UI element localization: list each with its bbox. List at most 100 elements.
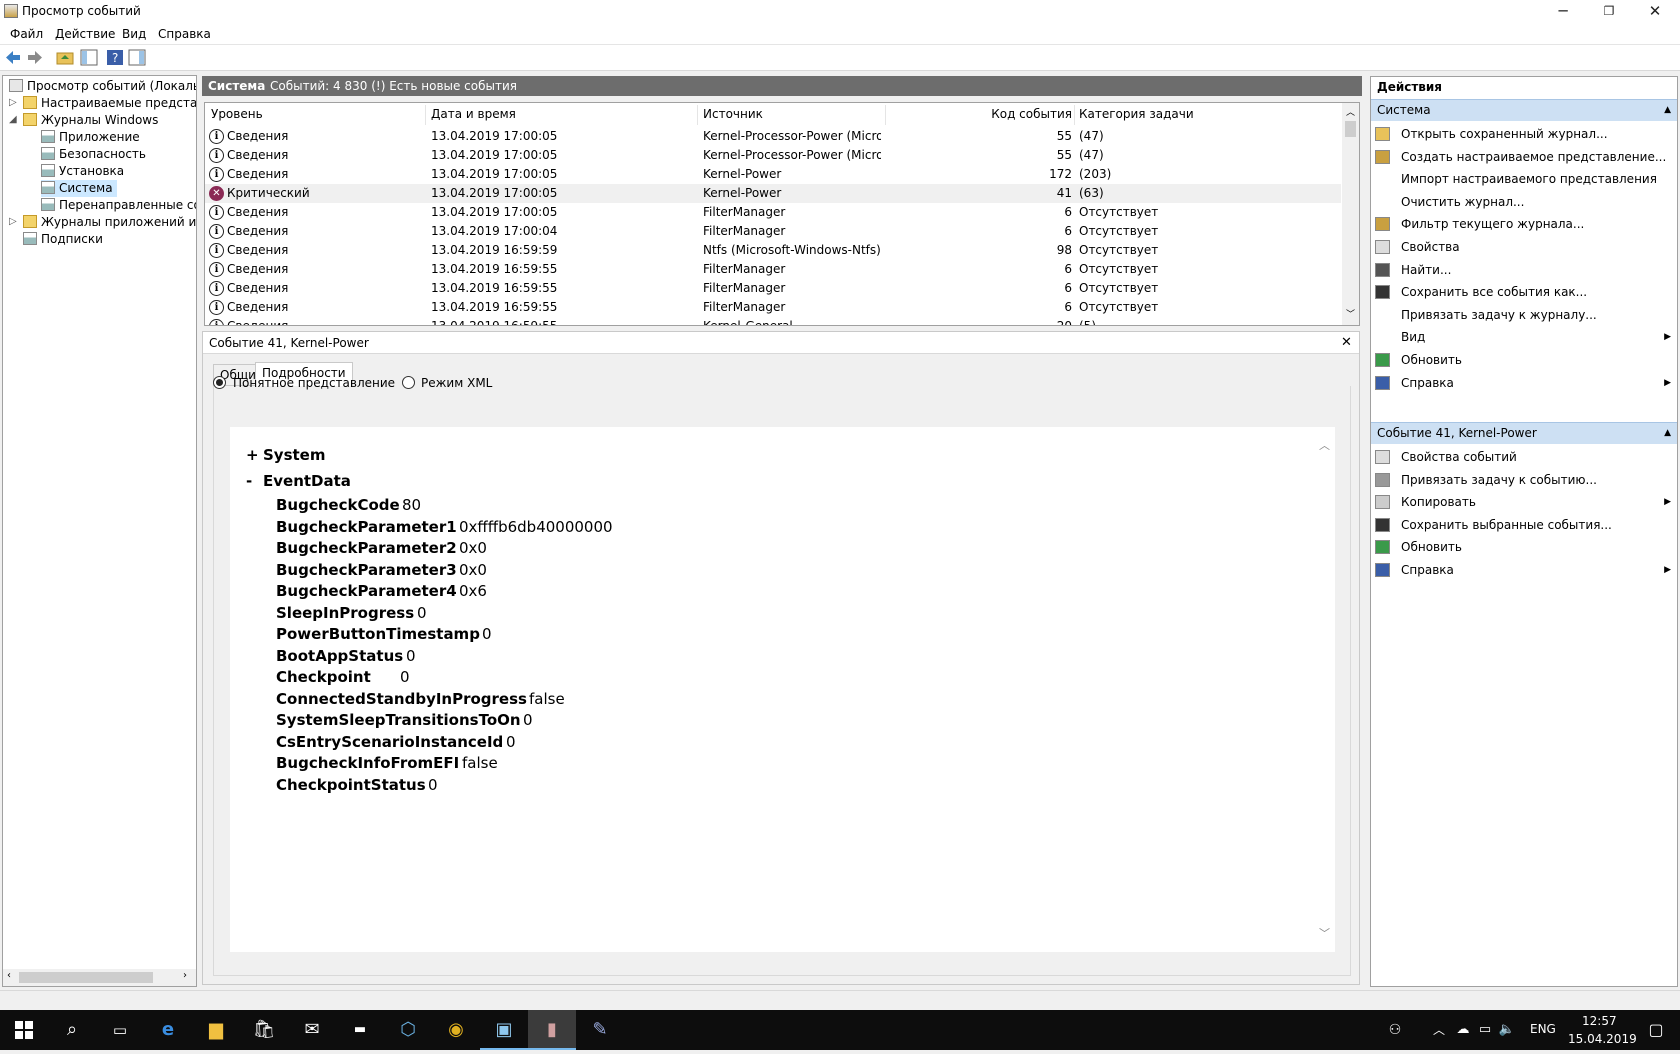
action-center-icon[interactable]: ▢ xyxy=(1632,1010,1680,1050)
event-viewer-taskbar-icon[interactable]: ▮ xyxy=(528,1010,576,1050)
store-icon[interactable]: 🛍 xyxy=(240,1010,288,1050)
minimize-button[interactable]: ─ xyxy=(1540,0,1586,24)
tree-application[interactable]: Приложение xyxy=(41,129,140,146)
action-item[interactable]: Привязать задачу к событию... xyxy=(1371,470,1677,490)
table-row[interactable]: ✕ Критический 13.04.2019 17:00:05 Kernel-Po… xyxy=(205,184,1341,203)
column-datetime[interactable]: Дата и время xyxy=(431,107,516,121)
system-node-label[interactable]: System xyxy=(263,446,325,464)
radio-friendly-view[interactable] xyxy=(213,376,226,389)
tree-app-service-logs[interactable]: Журналы приложений и сл xyxy=(23,214,196,231)
people-icon[interactable]: ⚇ xyxy=(1380,1010,1410,1050)
eventdata-node-label[interactable]: EventData xyxy=(263,472,351,490)
table-row[interactable]: i Сведения 13.04.2019 16:59:55 FilterManage… xyxy=(205,260,1341,279)
action-item[interactable]: Справка ▶ xyxy=(1371,560,1677,580)
file-explorer-icon[interactable]: ▆ xyxy=(192,1010,240,1050)
monitor-icon[interactable]: ▭ xyxy=(1474,1010,1496,1050)
scroll-right-icon[interactable]: › xyxy=(183,970,187,981)
scroll-up-icon[interactable]: ︿ xyxy=(1346,105,1355,118)
collapse-section-icon[interactable]: ▲ xyxy=(1664,100,1671,120)
terminal-icon[interactable]: ▬ xyxy=(336,1010,384,1050)
menu-help[interactable]: Справка xyxy=(158,27,211,41)
action-item[interactable]: Справка ▶ xyxy=(1371,373,1677,393)
action-item[interactable]: Очистить журнал... xyxy=(1371,192,1677,212)
action-item[interactable]: Сохранить выбранные события... xyxy=(1371,515,1677,535)
tree-horizontal-scrollbar[interactable]: ‹ › xyxy=(3,969,196,986)
back-arrow-icon[interactable] xyxy=(4,49,22,66)
expand-system-toggle[interactable]: + xyxy=(246,446,259,464)
action-item[interactable]: Обновить xyxy=(1371,537,1677,557)
clock-date[interactable]: 15.04.2019 xyxy=(1568,1032,1637,1046)
task-view-icon[interactable]: ▭ xyxy=(96,1010,144,1050)
scroll-down-icon[interactable]: ﹀ xyxy=(1346,307,1355,320)
close-detail-icon[interactable]: ✕ xyxy=(1341,332,1352,354)
scroll-down-icon[interactable]: ﹀ xyxy=(1319,925,1330,941)
table-row[interactable]: i Сведения 13.04.2019 17:00:05 Kernel-Proce… xyxy=(205,146,1341,165)
close-button[interactable]: ✕ xyxy=(1632,0,1678,24)
radio-friendly-label[interactable]: Понятное представление xyxy=(233,376,395,390)
action-item[interactable]: Обновить xyxy=(1371,350,1677,370)
edge-browser-icon[interactable]: e xyxy=(144,1010,192,1050)
action-item[interactable]: Открыть сохраненный журнал... xyxy=(1371,124,1677,144)
tree-subscriptions[interactable]: Подписки xyxy=(23,231,103,248)
action-item[interactable]: Сохранить все события как... xyxy=(1371,282,1677,302)
collapse-chevron-icon[interactable]: ◢ xyxy=(9,114,17,125)
column-divider[interactable] xyxy=(697,105,698,125)
table-row[interactable]: i Сведения 13.04.2019 17:00:05 Kernel-Power… xyxy=(205,165,1341,184)
tree-forwarded-events[interactable]: Перенаправленные соб xyxy=(41,197,196,214)
show-tree-icon[interactable] xyxy=(80,49,98,66)
menu-view[interactable]: Вид xyxy=(122,27,146,41)
start-windows-icon[interactable] xyxy=(0,1010,48,1050)
volume-icon[interactable]: 🔈 xyxy=(1496,1010,1518,1050)
tree-windows-logs[interactable]: Журналы Windows xyxy=(23,112,158,129)
forward-arrow-icon[interactable] xyxy=(26,49,44,66)
actions-section-event[interactable]: Событие 41, Kernel-Power ▲ xyxy=(1371,422,1677,444)
column-event-id[interactable]: Код события xyxy=(965,107,1072,121)
clock-time[interactable]: 12:57 xyxy=(1582,1014,1617,1028)
action-item[interactable]: Свойства событий xyxy=(1371,447,1677,467)
tree-system[interactable]: Система xyxy=(41,180,117,197)
paint-icon[interactable]: ✎ xyxy=(576,1010,624,1050)
collapse-eventdata-toggle[interactable]: - xyxy=(246,472,252,490)
virtualbox-icon[interactable]: ⬡ xyxy=(384,1010,432,1050)
scroll-thumb[interactable] xyxy=(19,972,153,983)
scroll-left-icon[interactable]: ‹ xyxy=(7,970,11,981)
expand-chevron-icon[interactable]: ▷ xyxy=(9,97,17,108)
cpu-z-icon[interactable]: ◉ xyxy=(432,1010,480,1050)
action-item[interactable]: Копировать ▶ xyxy=(1371,492,1677,512)
show-hidden-icons-chevron[interactable]: ︿ xyxy=(1428,1010,1450,1050)
table-row[interactable]: i Сведения 13.04.2019 17:00:05 Kernel-Proce… xyxy=(205,127,1341,146)
radio-xml-view[interactable] xyxy=(402,376,415,389)
list-vertical-scrollbar[interactable]: ︿ ﹀ xyxy=(1342,103,1359,325)
input-language[interactable]: ENG xyxy=(1530,1022,1556,1036)
network-icon[interactable]: ☁ xyxy=(1452,1010,1474,1050)
folder-up-icon[interactable] xyxy=(56,49,74,66)
action-item[interactable]: Вид ▶ xyxy=(1371,327,1677,347)
help-icon[interactable]: ? xyxy=(106,49,124,66)
tree-custom-views[interactable]: Настраиваемые представле xyxy=(23,95,196,112)
table-row[interactable]: i Сведения 13.04.2019 16:59:59 Ntfs (Micros… xyxy=(205,241,1341,260)
table-row[interactable]: i Сведения 13.04.2019 16:59:55 FilterManage… xyxy=(205,298,1341,317)
column-divider[interactable] xyxy=(425,105,426,125)
table-row[interactable]: iСведения 13.04.2019 16:59:55 Kernel-Gener… xyxy=(205,317,1341,325)
menu-action[interactable]: Действие xyxy=(55,27,115,41)
tree-root[interactable]: Просмотр событий (Локальны xyxy=(9,78,196,95)
scroll-thumb[interactable] xyxy=(1345,121,1356,137)
menu-file[interactable]: Файл xyxy=(10,27,43,41)
scroll-up-icon[interactable]: ︿ xyxy=(1319,437,1330,453)
show-actions-icon[interactable] xyxy=(128,49,146,66)
table-row[interactable]: i Сведения 13.04.2019 17:00:05 FilterManage… xyxy=(205,203,1341,222)
detail-vertical-scrollbar[interactable]: ︿ ﹀ xyxy=(1314,427,1334,952)
action-item[interactable]: Импорт настраиваемого представления xyxy=(1371,169,1677,189)
tree-security[interactable]: Безопасность xyxy=(41,146,146,163)
action-item[interactable]: Создать настраиваемое представление... xyxy=(1371,147,1677,167)
expand-chevron-icon[interactable]: ▷ xyxy=(9,216,17,227)
column-divider[interactable] xyxy=(885,105,886,125)
radio-xml-label[interactable]: Режим XML xyxy=(421,376,492,390)
remote-desktop-icon[interactable]: ▣ xyxy=(480,1010,528,1050)
actions-section-system[interactable]: Система ▲ xyxy=(1371,99,1677,121)
column-category[interactable]: Категория задачи xyxy=(1079,107,1194,121)
action-item[interactable]: Фильтр текущего журнала... xyxy=(1371,214,1677,234)
action-item[interactable]: Привязать задачу к журналу... xyxy=(1371,305,1677,325)
mail-icon[interactable]: ✉ xyxy=(288,1010,336,1050)
table-row[interactable]: i Сведения 13.04.2019 17:00:04 FilterManage… xyxy=(205,222,1341,241)
